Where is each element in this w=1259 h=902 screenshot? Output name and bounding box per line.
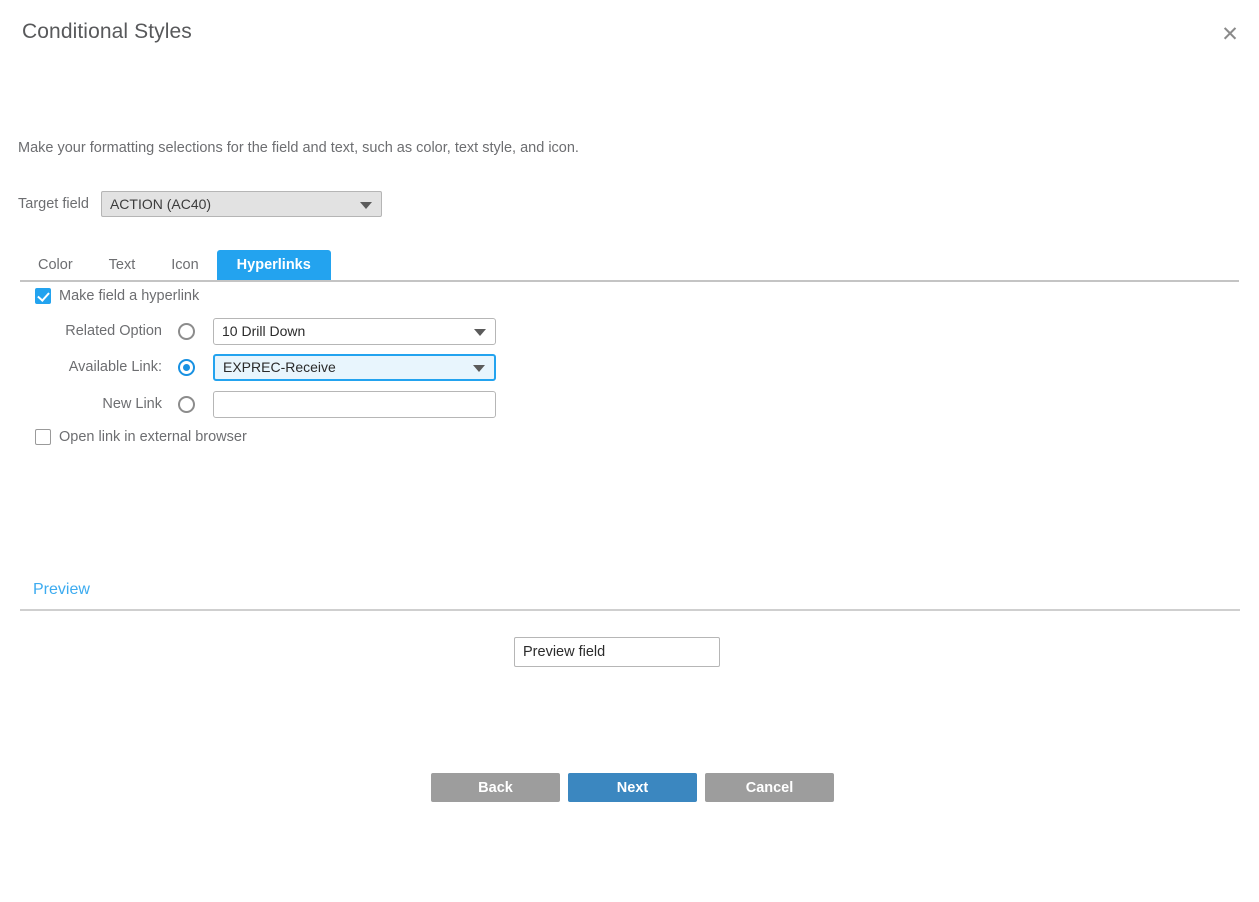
target-field-row: Target field ACTION (AC40) (18, 191, 382, 217)
tab-text[interactable]: Text (91, 250, 154, 281)
available-link-label: Available Link: (68, 359, 162, 375)
dialog-titlebar: Conditional Styles ✕ (0, 0, 1259, 68)
target-field-value: ACTION (AC40) (109, 196, 212, 212)
related-option-radio[interactable] (178, 322, 195, 340)
make-hyperlink-label: Make field a hyperlink (59, 288, 200, 304)
available-link-value: EXPREC-Receive (223, 359, 336, 375)
preview-field-text: Preview field (523, 644, 606, 660)
chevron-down-icon (474, 329, 486, 336)
open-external-checkbox[interactable] (35, 429, 51, 445)
related-option-select[interactable]: 10 Drill Down (213, 317, 496, 345)
new-link-input[interactable] (213, 390, 496, 418)
back-button[interactable]: Back (431, 773, 560, 802)
close-icon[interactable]: ✕ (1217, 21, 1243, 47)
open-external-label: Open link in external browser (59, 429, 247, 445)
target-field-select[interactable]: ACTION (AC40) (100, 191, 382, 217)
chevron-down-icon (359, 202, 372, 209)
new-link-label: New Link (102, 396, 162, 412)
cancel-button[interactable]: Cancel (705, 773, 834, 802)
open-external-row[interactable]: Open link in external browser (35, 429, 247, 445)
new-link-radio[interactable] (178, 395, 195, 413)
related-option-row: Related Option 10 Drill Down (38, 317, 496, 345)
page-title: Conditional Styles (22, 20, 192, 43)
new-link-row: New Link (38, 390, 496, 418)
chevron-down-icon (473, 365, 485, 372)
make-hyperlink-row[interactable]: Make field a hyperlink (35, 288, 199, 304)
available-link-select[interactable]: EXPREC-Receive (213, 353, 496, 381)
dialog-footer: Back Next Cancel (431, 773, 834, 802)
preview-field: Preview field (514, 637, 720, 667)
instruction-text: Make your formatting selections for the … (18, 140, 579, 156)
preview-divider (20, 609, 1240, 611)
tab-hyperlinks[interactable]: Hyperlinks (216, 250, 331, 281)
tab-color[interactable]: Color (20, 250, 91, 281)
available-link-row: Available Link: EXPREC-Receive (38, 353, 496, 381)
preview-section-title: Preview (33, 581, 90, 598)
available-link-radio[interactable] (178, 358, 195, 376)
tab-divider (20, 280, 1239, 282)
tab-icon[interactable]: Icon (153, 250, 216, 281)
make-hyperlink-checkbox[interactable] (35, 288, 51, 304)
target-field-label: Target field (18, 196, 89, 212)
next-button[interactable]: Next (568, 773, 697, 802)
style-tabs: Color Text Icon Hyperlinks (20, 250, 331, 281)
related-option-label: Related Option (65, 323, 162, 339)
conditional-styles-dialog: Conditional Styles ✕ Make your formattin… (0, 0, 1259, 902)
related-option-value: 10 Drill Down (222, 323, 306, 339)
